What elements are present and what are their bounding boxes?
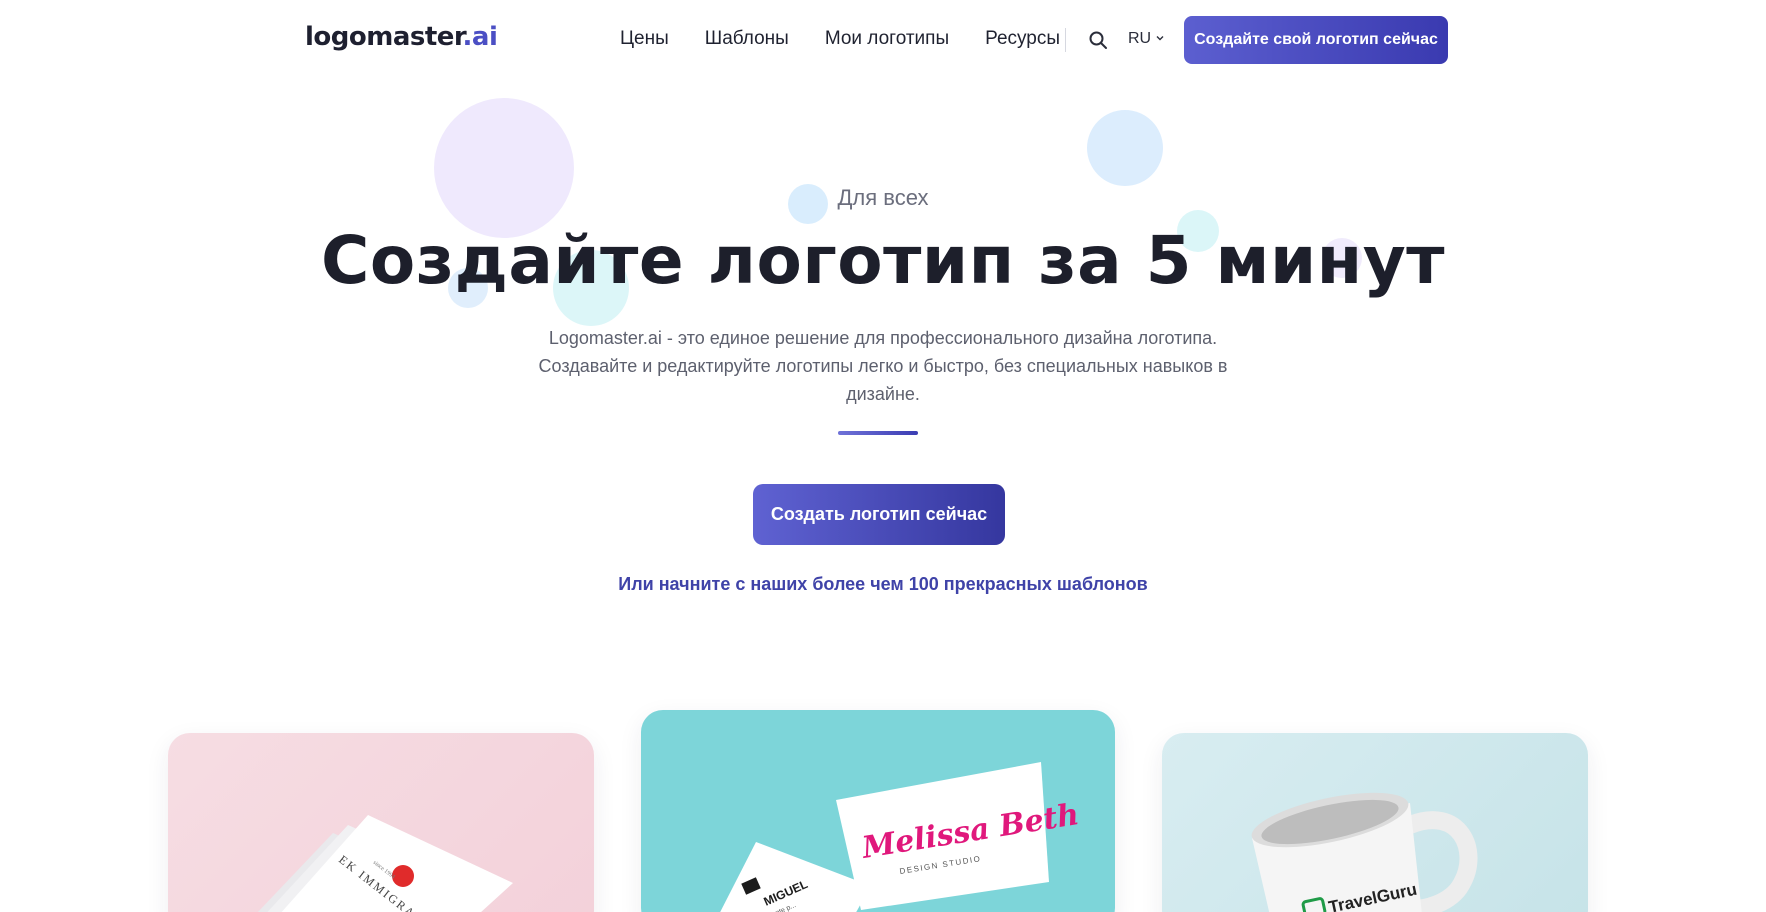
search-icon[interactable] (1088, 30, 1108, 50)
nav-item-templates[interactable]: Шаблоны (705, 28, 789, 50)
language-selector[interactable]: RU (1128, 30, 1165, 48)
hero-divider (838, 431, 918, 435)
hero-title: Создайте логотип за 5 минут (320, 222, 1446, 299)
nav-item-resources[interactable]: Ресурсы (985, 28, 1060, 50)
showcase-card-business-cards[interactable]: MIGUEL agente p... Melissa Beth DESIGN S… (641, 710, 1115, 912)
showcase-card-stationery[interactable]: EK IMMIGRATION since 1994 (168, 733, 594, 912)
mug-mockup-image: TravelGuru (1251, 792, 1478, 912)
hero-description: Logomaster.ai - это единое решение для п… (538, 328, 1228, 404)
logo-main: logomaster (305, 22, 463, 52)
create-logo-button[interactable]: Создать логотип сейчас (753, 484, 1005, 545)
decor-bubble (1087, 110, 1163, 186)
stationery-mockup-image: EK IMMIGRATION since 1994 (257, 815, 513, 912)
business-cards-mockup-image: MIGUEL agente p... Melissa Beth DESIGN S… (720, 762, 1081, 912)
chevron-down-icon (1155, 30, 1165, 48)
language-label: RU (1128, 30, 1152, 47)
nav-divider (1065, 28, 1066, 52)
nav-item-my-logos[interactable]: Мои логотипы (825, 28, 949, 50)
nav-item-pricing[interactable]: Цены (620, 28, 669, 50)
hero-eyebrow: Для всех (837, 185, 929, 210)
logo-accent: .ai (462, 22, 498, 52)
site-header: logomaster.ai Цены Шаблоны Мои логотипы … (0, 0, 1766, 80)
logo[interactable]: logomaster.ai (305, 22, 498, 52)
create-logo-header-button[interactable]: Создайте свой логотип сейчас (1184, 16, 1448, 64)
showcase-card-mug[interactable]: TravelGuru (1162, 733, 1588, 912)
decor-bubble (434, 98, 574, 238)
main-nav: Цены Шаблоны Мои логотипы Ресурсы (620, 28, 1060, 50)
templates-link[interactable]: Или начните с наших более чем 100 прекра… (0, 574, 1766, 595)
